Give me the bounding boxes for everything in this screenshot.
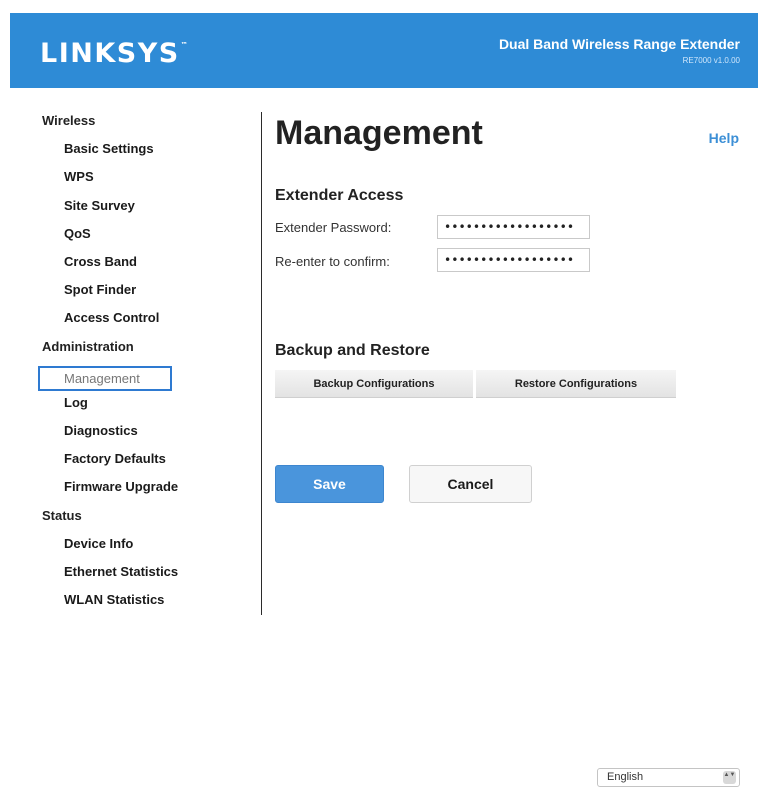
sidebar-item-spot-finder[interactable]: Spot Finder [42, 281, 252, 309]
sidebar-item-qos[interactable]: QoS [42, 225, 252, 253]
sidebar-item-wlan-statistics[interactable]: WLAN Statistics [42, 591, 252, 619]
sidebar-nav: Wireless Basic Settings WPS Site Survey … [38, 112, 252, 619]
nav-section-wireless: Wireless [42, 113, 96, 128]
logo-text: LINKSYS [40, 38, 180, 69]
save-button[interactable]: Save [275, 465, 384, 503]
linksys-logo: LINKSYS™ [40, 38, 189, 69]
sidebar-item-management[interactable]: Management [38, 365, 172, 391]
sidebar-item-diagnostics[interactable]: Diagnostics [42, 422, 252, 450]
page-title: Management [275, 114, 483, 152]
cancel-button[interactable]: Cancel [409, 465, 532, 503]
restore-configurations-button[interactable]: Restore Configurations [476, 370, 676, 398]
sidebar-item-site-survey[interactable]: Site Survey [42, 197, 252, 225]
product-model: RE7000 v1.0.00 [682, 56, 740, 65]
sidebar-item-cross-band[interactable]: Cross Band [42, 253, 252, 281]
product-name: Dual Band Wireless Range Extender [498, 36, 740, 52]
sidebar-item-ethernet-statistics[interactable]: Ethernet Statistics [42, 563, 252, 591]
extender-password-label: Extender Password: [275, 220, 392, 235]
language-select-value: English [607, 771, 644, 783]
sidebar-item-access-control[interactable]: Access Control [42, 309, 252, 337]
extender-password-input[interactable] [437, 215, 590, 239]
sidebar-item-firmware-upgrade[interactable]: Firmware Upgrade [42, 478, 252, 506]
sidebar-item-log[interactable]: Log [42, 394, 252, 422]
nav-section-status: Status [42, 507, 82, 523]
header-bar: LINKSYS™ Dual Band Wireless Range Extend… [10, 13, 758, 88]
sidebar-item-factory-defaults[interactable]: Factory Defaults [42, 450, 252, 478]
sidebar-item-basic-settings[interactable]: Basic Settings [42, 140, 252, 168]
sidebar-item-wps[interactable]: WPS [42, 168, 252, 196]
sidebar-divider [261, 112, 262, 615]
up-down-arrows-icon: ▲▼ [723, 771, 736, 784]
language-select[interactable]: English ▲▼ [597, 768, 740, 787]
extender-access-title: Extender Access [275, 187, 404, 204]
nav-section-administration: Administration [42, 338, 134, 354]
help-link[interactable]: Help [709, 130, 739, 146]
sidebar-item-device-info[interactable]: Device Info [42, 535, 252, 563]
confirm-password-label: Re-enter to confirm: [275, 254, 390, 269]
trademark-mark: ™ [180, 41, 190, 49]
backup-restore-title: Backup and Restore [275, 342, 430, 359]
confirm-password-input[interactable] [437, 248, 590, 272]
backup-configurations-button[interactable]: Backup Configurations [275, 370, 473, 398]
